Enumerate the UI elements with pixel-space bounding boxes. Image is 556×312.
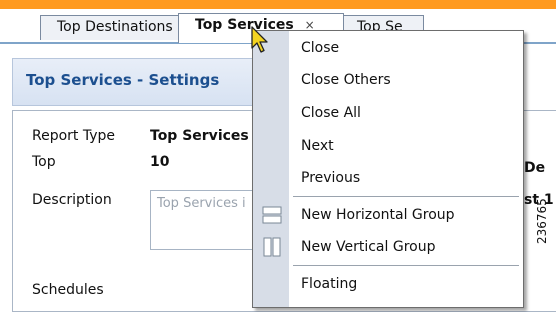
- schedules-label: Schedules: [32, 282, 104, 298]
- menu-icon-rail: [253, 31, 289, 307]
- tab-label: Top Destinations: [57, 19, 173, 35]
- settings-title: Top Services - Settings: [26, 71, 220, 89]
- menu-separator: [293, 265, 519, 266]
- top-value: 10: [150, 154, 170, 170]
- top-accent-bar: [0, 0, 556, 9]
- figure-number: 236765: [535, 198, 549, 244]
- report-type-label: Report Type: [32, 128, 116, 144]
- description-label: Description: [32, 192, 112, 208]
- menu-item-next[interactable]: Next: [301, 138, 334, 154]
- horizontal-group-icon: [262, 206, 282, 224]
- tab-top-destinations[interactable]: Top Destinations: [40, 15, 180, 40]
- menu-item-close[interactable]: Close: [301, 40, 339, 56]
- menu-item-close-all[interactable]: Close All: [301, 105, 361, 121]
- menu-separator: [293, 196, 519, 197]
- mouse-cursor-icon: [251, 26, 268, 53]
- menu-item-new-horizontal-group[interactable]: New Horizontal Group: [301, 207, 455, 223]
- right-fragment-top: De: [524, 160, 546, 176]
- menu-item-close-others[interactable]: Close Others: [301, 72, 391, 88]
- vertical-group-icon: [263, 237, 281, 257]
- menu-item-floating[interactable]: Floating: [301, 276, 357, 292]
- tab-context-menu: Close Close Others Close All Next Previo…: [252, 30, 524, 308]
- menu-item-previous[interactable]: Previous: [301, 170, 360, 186]
- menu-item-new-vertical-group[interactable]: New Vertical Group: [301, 239, 435, 255]
- report-type-value: Top Services: [150, 128, 249, 144]
- top-label: Top: [32, 154, 56, 170]
